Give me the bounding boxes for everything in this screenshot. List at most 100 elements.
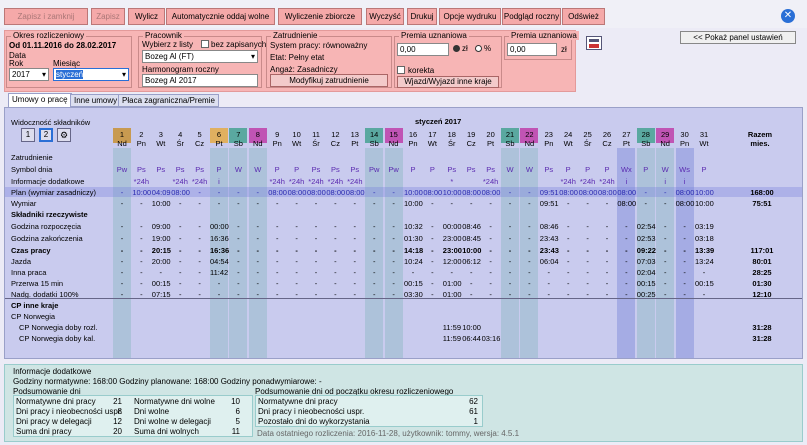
grid-cell[interactable]: -: [540, 279, 558, 288]
grid-cell[interactable]: -: [501, 257, 519, 266]
grid-cell[interactable]: -: [171, 246, 189, 255]
grid-cell[interactable]: *24h: [559, 177, 577, 186]
day-number[interactable]: 21: [501, 130, 519, 139]
grid-cell[interactable]: -: [598, 222, 616, 231]
grid-cell[interactable]: 16:36: [210, 234, 229, 243]
grid-cell[interactable]: 10:00: [462, 323, 481, 332]
grid-cell[interactable]: -: [191, 234, 209, 243]
grid-cell[interactable]: 08:00: [617, 188, 636, 197]
grid-cell[interactable]: *24h: [288, 177, 306, 186]
day-number[interactable]: 15: [385, 130, 403, 139]
grid-cell[interactable]: -: [268, 199, 286, 208]
grid-cell[interactable]: W: [520, 165, 538, 174]
grid-cell[interactable]: 10:00: [132, 188, 151, 197]
grid-cell[interactable]: 03:19: [695, 222, 714, 231]
grid-cell[interactable]: -: [268, 234, 286, 243]
grid-cell[interactable]: -: [113, 268, 131, 277]
grid-cell[interactable]: -: [113, 257, 131, 266]
grid-cell[interactable]: -: [249, 234, 267, 243]
grid-cell[interactable]: -: [191, 188, 209, 197]
grid-cell[interactable]: -: [132, 234, 150, 243]
grid-cell[interactable]: 08:00: [307, 188, 326, 197]
grid-cell[interactable]: 23:00: [443, 234, 462, 243]
grid-cell[interactable]: -: [520, 222, 538, 231]
grid-cell[interactable]: -: [307, 246, 325, 255]
grid-cell[interactable]: 09:51: [540, 199, 559, 208]
close-icon[interactable]: ✕: [781, 9, 795, 23]
grid-cell[interactable]: Pw: [365, 165, 383, 174]
wyliczenie-zbiorcze-button[interactable]: Wyliczenie zbiorcze: [278, 8, 362, 25]
grid-cell[interactable]: -: [482, 222, 500, 231]
grid-cell[interactable]: -: [326, 257, 344, 266]
grid-cell[interactable]: 00:15: [152, 279, 171, 288]
grid-cell[interactable]: -: [346, 279, 364, 288]
grid-cell[interactable]: W: [501, 165, 519, 174]
grid-cell[interactable]: Ps: [152, 165, 170, 174]
grid-cell[interactable]: -: [307, 199, 325, 208]
tab-inne-umowy[interactable]: Inne umowy: [70, 94, 122, 107]
grid-cell[interactable]: -: [346, 246, 364, 255]
grid-cell[interactable]: *24h: [268, 177, 286, 186]
grid-cell[interactable]: -: [249, 188, 267, 197]
grid-cell[interactable]: -: [249, 279, 267, 288]
grid-cell[interactable]: -: [598, 199, 616, 208]
grid-cell[interactable]: 08:00: [268, 188, 287, 197]
grid-cell[interactable]: Pw: [113, 165, 131, 174]
grid-cell[interactable]: 08:00: [676, 199, 695, 208]
grid-cell[interactable]: 00:00: [210, 222, 229, 231]
grid-cell[interactable]: -: [423, 246, 441, 255]
grid-cell[interactable]: 20:15: [152, 246, 171, 255]
grid-cell[interactable]: 11:59: [443, 334, 461, 343]
grid-cell[interactable]: 08:00: [346, 188, 365, 197]
grid-cell[interactable]: 10:00: [443, 188, 462, 197]
grid-cell[interactable]: -: [346, 234, 364, 243]
miesiac-select[interactable]: styczeń ▾: [53, 68, 129, 81]
grid-cell[interactable]: -: [540, 268, 558, 277]
grid-cell[interactable]: -: [346, 257, 364, 266]
grid-cell[interactable]: -: [171, 257, 189, 266]
grid-cell[interactable]: -: [132, 279, 150, 288]
grid-cell[interactable]: P: [210, 165, 228, 174]
grid-cell[interactable]: 02:54: [637, 222, 656, 231]
grid-cell[interactable]: -: [152, 268, 170, 277]
grid-cell[interactable]: -: [617, 222, 635, 231]
grid-cell[interactable]: 11:59: [443, 323, 461, 332]
grid-cell[interactable]: -: [598, 279, 616, 288]
grid-cell[interactable]: -: [249, 222, 267, 231]
grid-cell[interactable]: Ps: [462, 165, 480, 174]
grid-cell[interactable]: 10:00: [462, 246, 481, 255]
grid-cell[interactable]: -: [326, 246, 344, 255]
grid-cell[interactable]: 08:00: [326, 188, 345, 197]
grid-cell[interactable]: Wx: [617, 165, 635, 174]
grid-cell[interactable]: -: [346, 199, 364, 208]
grid-cell[interactable]: -: [346, 268, 364, 277]
grid-cell[interactable]: 08:00: [598, 188, 617, 197]
grid-cell[interactable]: -: [229, 188, 247, 197]
grid-cell[interactable]: -: [695, 268, 713, 277]
grid-cell[interactable]: -: [171, 279, 189, 288]
grid-cell[interactable]: -: [617, 234, 635, 243]
grid-cell[interactable]: -: [385, 199, 403, 208]
view-1-button[interactable]: 1: [21, 128, 35, 142]
grid-cell[interactable]: -: [191, 279, 209, 288]
grid-cell[interactable]: -: [423, 234, 441, 243]
tab-placa-zagraniczna[interactable]: Płaca zagraniczna/Premie: [118, 94, 219, 107]
grid-cell[interactable]: -: [579, 246, 597, 255]
grid-cell[interactable]: -: [365, 257, 383, 266]
grid-cell[interactable]: -: [191, 199, 209, 208]
grid-cell[interactable]: -: [617, 268, 635, 277]
grid-cell[interactable]: -: [132, 222, 150, 231]
settings-gear-icon[interactable]: ⚙: [57, 128, 71, 142]
grid-cell[interactable]: -: [579, 199, 597, 208]
grid-cell[interactable]: -: [676, 279, 694, 288]
grid-cell[interactable]: -: [132, 257, 150, 266]
grid-cell[interactable]: P: [559, 165, 577, 174]
grid-cell[interactable]: 02:53: [637, 234, 656, 243]
grid-cell[interactable]: -: [288, 234, 306, 243]
day-number[interactable]: 18: [443, 130, 461, 139]
grid-cell[interactable]: -: [598, 234, 616, 243]
grid-cell[interactable]: -: [443, 268, 461, 277]
grid-cell[interactable]: -: [210, 279, 228, 288]
grid-cell[interactable]: -: [482, 246, 500, 255]
grid-cell[interactable]: -: [288, 222, 306, 231]
